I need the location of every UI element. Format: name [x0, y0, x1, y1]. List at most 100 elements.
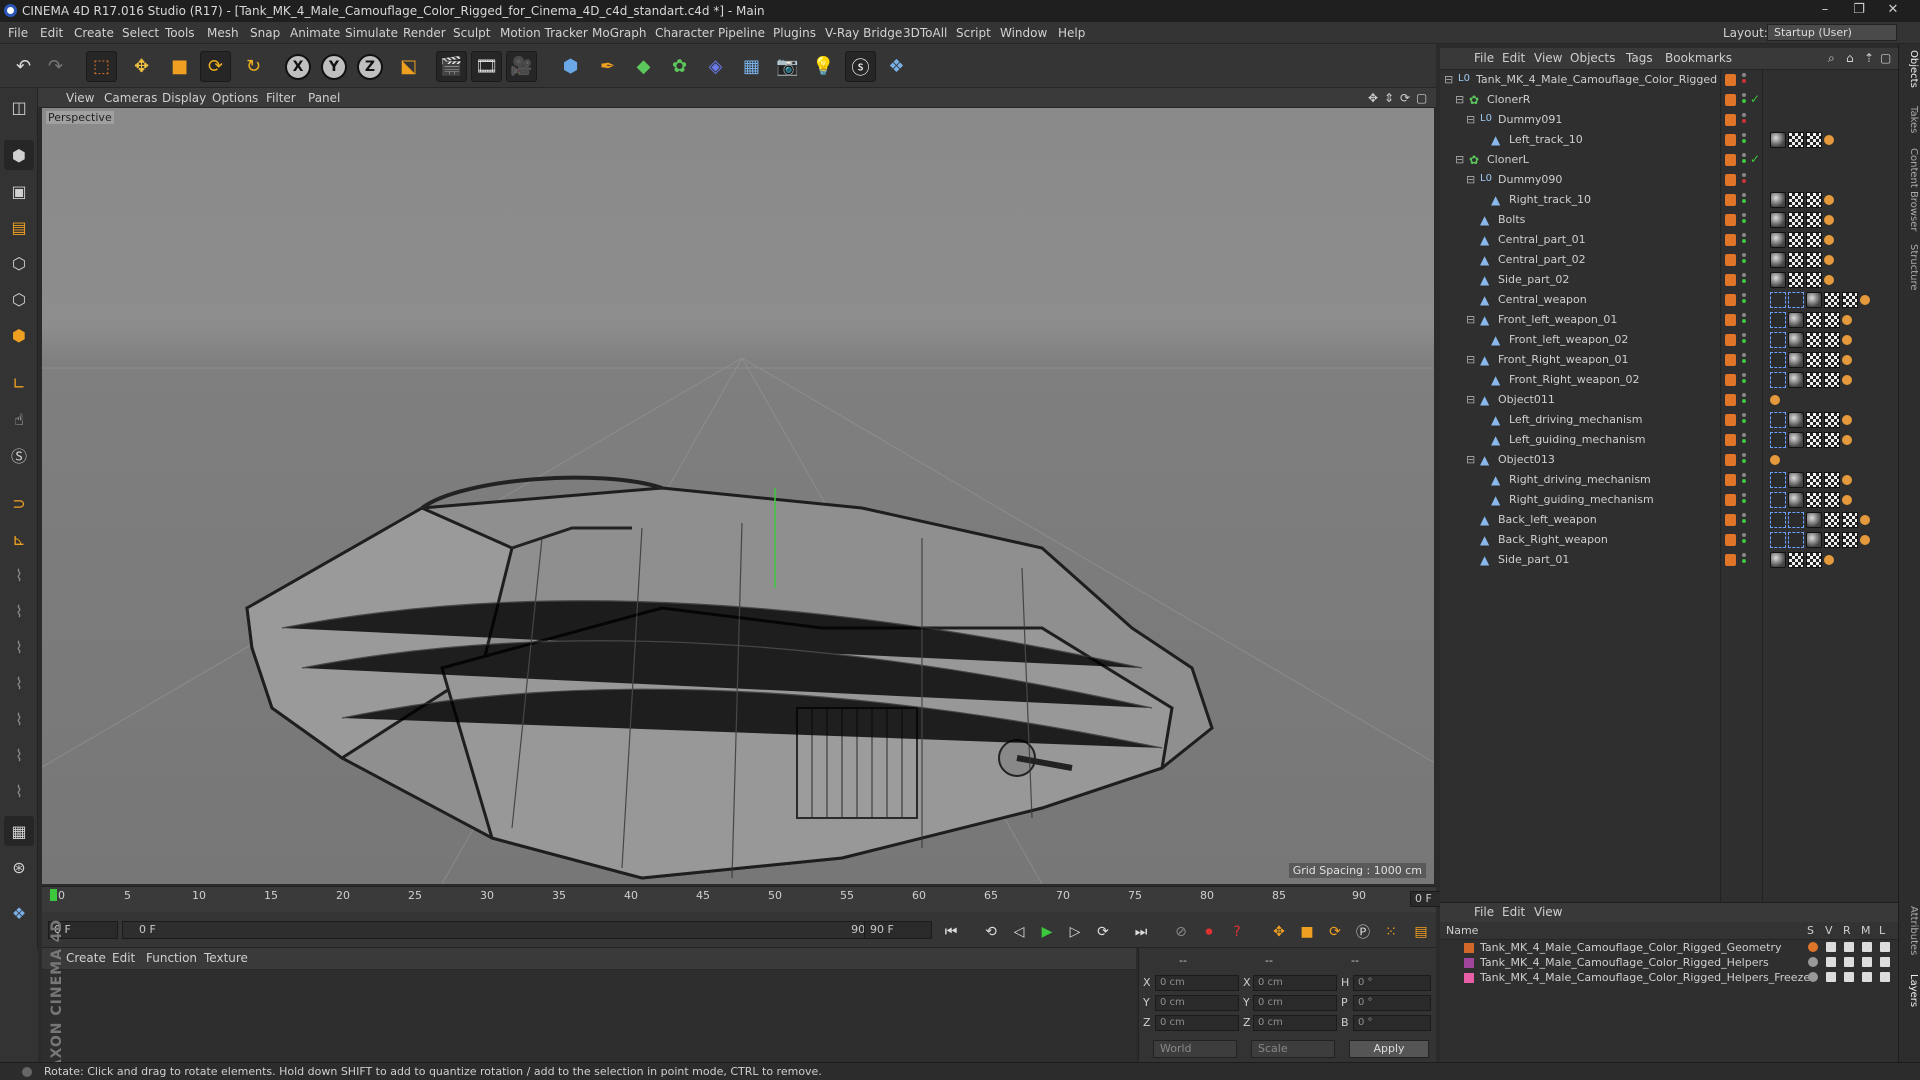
- material-menu-texture[interactable]: Texture: [204, 951, 248, 965]
- object-row[interactable]: ▲ Front_Right_weapon_02: [1440, 370, 1898, 390]
- object-row[interactable]: ▲ Bolts: [1440, 210, 1898, 230]
- layer-color-swatch[interactable]: [1725, 314, 1736, 326]
- layer-row[interactable]: Tank_MK_4_Male_Camouflage_Color_Rigged_H…: [1440, 955, 1898, 970]
- layer-render-icon[interactable]: [1844, 942, 1854, 952]
- enabled-check-icon[interactable]: ✓: [1750, 92, 1760, 106]
- material-tag-icon[interactable]: [1806, 292, 1822, 308]
- viewport-menu-options[interactable]: Options: [212, 91, 258, 105]
- object-name[interactable]: Back_left_weapon: [1498, 513, 1597, 526]
- layer-name[interactable]: Tank_MK_4_Male_Camouflage_Color_Rigged_H…: [1480, 971, 1810, 984]
- layer-row[interactable]: Tank_MK_4_Male_Camouflage_Color_Rigged_G…: [1440, 940, 1898, 955]
- collapse-icon[interactable]: ⊟: [1455, 153, 1464, 166]
- texture-tag-icon[interactable]: [1824, 532, 1840, 548]
- viewport-rotate-icon[interactable]: ⟳: [1400, 91, 1410, 105]
- pos-z-field[interactable]: 0 cm: [1155, 1015, 1239, 1031]
- end-frame-field[interactable]: 90 F: [864, 921, 932, 939]
- layer-color-swatch[interactable]: [1725, 194, 1736, 206]
- object-row[interactable]: ⊟ L0 Tank_MK_4_Male_Camouflage_Color_Rigge…: [1440, 70, 1898, 90]
- maximize-button[interactable]: ❐: [1842, 2, 1876, 20]
- viewport-menu-view[interactable]: View: [66, 91, 94, 105]
- material-tag-icon[interactable]: [1806, 532, 1822, 548]
- layer-color-swatch[interactable]: [1464, 958, 1474, 968]
- size-z-field[interactable]: 0 cm: [1253, 1015, 1337, 1031]
- layer-color-swatch[interactable]: [1725, 434, 1736, 446]
- 3d-viewport[interactable]: Perspective Grid Spacing : 1000 cm: [42, 108, 1434, 884]
- phong-tag-icon[interactable]: [1842, 355, 1852, 365]
- play-icon[interactable]: ▶: [1036, 921, 1058, 943]
- collapse-icon[interactable]: ⊟: [1466, 113, 1475, 126]
- layer-color-swatch[interactable]: [1725, 514, 1736, 526]
- previous-key-icon[interactable]: ⟲: [980, 921, 1002, 943]
- grid-lock-icon[interactable]: ▦: [4, 816, 34, 846]
- texture-tag-icon[interactable]: [1824, 312, 1840, 328]
- floor-icon[interactable]: ▦: [736, 51, 767, 82]
- om-menu-objects[interactable]: Objects: [1570, 51, 1615, 65]
- visibility-dots[interactable]: [1742, 173, 1747, 187]
- light-icon[interactable]: 💡: [808, 51, 839, 82]
- rot-p-field[interactable]: 0 °: [1353, 995, 1431, 1011]
- selection-tag-icon[interactable]: [1770, 492, 1786, 508]
- layer-color-swatch[interactable]: [1725, 274, 1736, 286]
- go-to-end-icon[interactable]: ⏭: [1130, 921, 1152, 943]
- layer-color-swatch[interactable]: [1725, 534, 1736, 546]
- collapse-icon[interactable]: ⊟: [1466, 173, 1475, 186]
- layer-lock-icon[interactable]: [1880, 957, 1890, 967]
- object-row[interactable]: ▲ Left_track_10: [1440, 130, 1898, 150]
- viewport-pan-icon[interactable]: ✥: [1368, 91, 1378, 105]
- layer-color-swatch[interactable]: [1725, 234, 1736, 246]
- timeline-window-icon[interactable]: ▤: [1410, 921, 1432, 943]
- menu-help[interactable]: Help: [1058, 26, 1085, 40]
- phong-tag-icon[interactable]: [1824, 235, 1834, 245]
- object-name[interactable]: Front_left_weapon_02: [1509, 333, 1628, 346]
- collapse-icon[interactable]: ⊟: [1466, 453, 1475, 466]
- texture-tag-icon[interactable]: [1824, 492, 1840, 508]
- object-row[interactable]: ⊟ ▲ Front_left_weapon_01: [1440, 310, 1898, 330]
- material-tag-icon[interactable]: [1788, 312, 1804, 328]
- object-name[interactable]: ClonerR: [1487, 93, 1530, 106]
- layer-solo-icon[interactable]: [1808, 942, 1818, 952]
- layer-name[interactable]: Tank_MK_4_Male_Camouflage_Color_Rigged_H…: [1480, 956, 1769, 969]
- apply-button[interactable]: Apply: [1349, 1040, 1429, 1058]
- menu-animate[interactable]: Animate: [290, 26, 340, 40]
- layer-color-swatch[interactable]: [1725, 294, 1736, 306]
- texture-mode-icon[interactable]: ▣: [4, 176, 34, 206]
- mograph-cloner-icon[interactable]: ✿: [664, 51, 695, 82]
- texture-tag-icon[interactable]: [1806, 432, 1822, 448]
- texture-tag-icon[interactable]: [1806, 352, 1822, 368]
- object-name[interactable]: ClonerL: [1487, 153, 1529, 166]
- menu-script[interactable]: Script: [956, 26, 991, 40]
- key-parameter-icon[interactable]: Ⓟ: [1352, 921, 1374, 943]
- playhead-marker[interactable]: [50, 889, 57, 901]
- collapse-icon[interactable]: ⊟: [1455, 93, 1464, 106]
- texture-tag-icon[interactable]: [1824, 432, 1840, 448]
- phong-tag-icon[interactable]: [1842, 495, 1852, 505]
- object-row[interactable]: ▲ Front_left_weapon_02: [1440, 330, 1898, 350]
- material-tag-icon[interactable]: [1770, 272, 1786, 288]
- texture-tag-icon[interactable]: [1806, 232, 1822, 248]
- pos-x-field[interactable]: 0 cm: [1155, 975, 1239, 991]
- deformer-icon[interactable]: ◈: [700, 51, 731, 82]
- snap-icon[interactable]: Ⓢ: [4, 440, 34, 470]
- om-maximize-icon[interactable]: ▢: [1880, 51, 1891, 65]
- texture-tag-icon[interactable]: [1806, 252, 1822, 268]
- selection-tag-icon[interactable]: [1788, 532, 1804, 548]
- object-row[interactable]: ▲ Central_part_02: [1440, 250, 1898, 270]
- visibility-dots[interactable]: [1742, 473, 1747, 487]
- layer-render-icon[interactable]: [1844, 957, 1854, 967]
- lm-menu-file[interactable]: File: [1474, 905, 1494, 919]
- layer-color-swatch[interactable]: [1725, 114, 1736, 126]
- material-menu-create[interactable]: Create: [66, 951, 106, 965]
- python-icon[interactable]: ❖: [881, 51, 912, 82]
- visibility-dots[interactable]: [1742, 433, 1747, 447]
- object-name[interactable]: Central_part_02: [1498, 253, 1586, 266]
- layer-color-swatch[interactable]: [1725, 394, 1736, 406]
- visibility-dots[interactable]: [1742, 313, 1747, 327]
- phong-tag-icon[interactable]: [1842, 335, 1852, 345]
- z-axis-icon[interactable]: Z: [357, 54, 383, 80]
- cube-icon[interactable]: ⬢: [555, 51, 586, 82]
- autokey-icon[interactable]: ?: [1226, 921, 1248, 943]
- menu-character[interactable]: Character: [655, 26, 714, 40]
- selection-tag-icon[interactable]: [1770, 532, 1786, 548]
- next-key-icon[interactable]: ⟳: [1092, 921, 1114, 943]
- texture-tag-icon[interactable]: [1806, 212, 1822, 228]
